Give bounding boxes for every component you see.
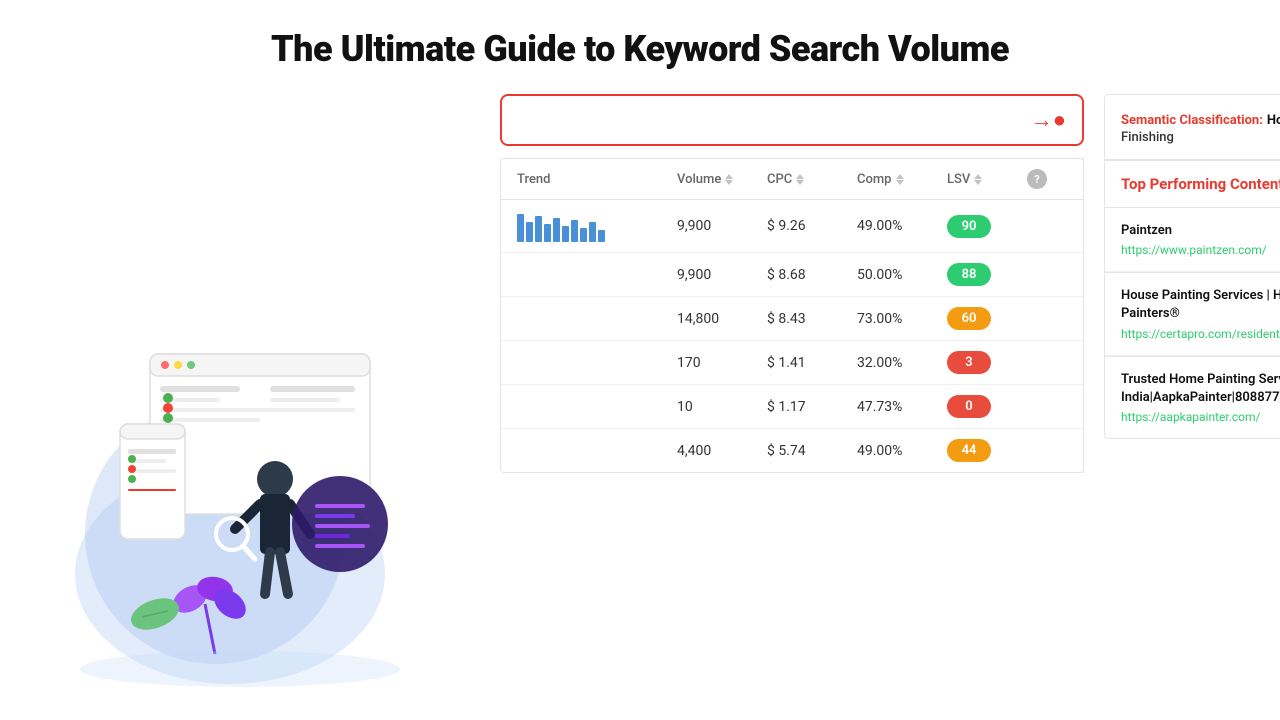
lsv-badge: 44 bbox=[947, 439, 991, 462]
lsv-cell: 90 bbox=[947, 215, 1027, 238]
data-table: Trend Volume CPC bbox=[500, 158, 1084, 473]
lsv-badge: 88 bbox=[947, 263, 991, 286]
cpc-cell: $ 1.41 bbox=[767, 355, 857, 371]
col-cpc[interactable]: CPC bbox=[767, 169, 857, 189]
volume-cell: 4,400 bbox=[677, 443, 767, 459]
sort-lsv-icon[interactable] bbox=[974, 174, 982, 185]
table-row: 10 $ 1.17 47.73% 0 bbox=[501, 385, 1083, 429]
col-lsv[interactable]: LSV bbox=[947, 169, 1027, 189]
top-content-header: Top Performing Content bbox=[1105, 161, 1280, 208]
top-content-title: Top Performing Content bbox=[1121, 175, 1280, 193]
lsv-cell: 60 bbox=[947, 307, 1027, 330]
lsv-cell: 0 bbox=[947, 395, 1027, 418]
volume-cell: 14,800 bbox=[677, 311, 767, 327]
lsv-badge: 90 bbox=[947, 215, 991, 238]
cpc-cell: $ 8.68 bbox=[767, 267, 857, 283]
col-help[interactable]: ? bbox=[1027, 169, 1067, 189]
right-panel: Semantic Classification: Home & G Finish… bbox=[1104, 94, 1280, 439]
lsv-cell: 88 bbox=[947, 263, 1027, 286]
col-volume[interactable]: Volume bbox=[677, 169, 767, 189]
cpc-cell: $ 5.74 bbox=[767, 443, 857, 459]
comp-cell: 47.73% bbox=[857, 399, 947, 415]
lsv-badge: 3 bbox=[947, 351, 991, 374]
content-title: Paintzen bbox=[1121, 222, 1280, 240]
right-panel-section: Semantic Classification: Home & G Finish… bbox=[1104, 94, 1280, 704]
help-icon[interactable]: ? bbox=[1027, 169, 1047, 189]
comp-cell: 73.00% bbox=[857, 311, 947, 327]
content-url[interactable]: https://www.paintzen.com/ bbox=[1121, 243, 1280, 257]
lsv-cell: 44 bbox=[947, 439, 1027, 462]
comp-cell: 32.00% bbox=[857, 355, 947, 371]
table-row: 4,400 $ 5.74 49.00% 44 bbox=[501, 429, 1083, 472]
comp-cell: 49.00% bbox=[857, 443, 947, 459]
content-title: Trusted Home Painting Services in India|… bbox=[1121, 371, 1280, 407]
cpc-cell: $ 9.26 bbox=[767, 218, 857, 234]
semantic-subtitle: Finishing bbox=[1121, 130, 1280, 145]
content-item: Paintzen https://www.paintzen.com/ bbox=[1105, 208, 1280, 272]
lsv-cell: 3 bbox=[947, 351, 1027, 374]
content-title: House Painting Services | House P... Cer… bbox=[1121, 287, 1280, 323]
table-row: 9,900 $ 9.26 49.00% 90 bbox=[501, 200, 1083, 253]
table-header: Trend Volume CPC bbox=[501, 159, 1083, 200]
illustration-section bbox=[100, 94, 480, 704]
comp-cell: 49.00% bbox=[857, 218, 947, 234]
lsv-badge: 60 bbox=[947, 307, 991, 330]
semantic-label: Semantic Classification: bbox=[1121, 113, 1263, 128]
trend-cell bbox=[517, 210, 677, 242]
cpc-cell: $ 1.17 bbox=[767, 399, 857, 415]
volume-cell: 9,900 bbox=[677, 218, 767, 234]
content-url[interactable]: https://certapro.com/residential-pain... bbox=[1121, 327, 1280, 341]
content-url[interactable]: https://aapkapainter.com/ bbox=[1121, 410, 1280, 424]
col-comp[interactable]: Comp bbox=[857, 169, 947, 189]
semantic-classification: Semantic Classification: Home & G Finish… bbox=[1105, 95, 1280, 160]
lsv-badge: 0 bbox=[947, 395, 991, 418]
search-bar[interactable]: →● bbox=[500, 94, 1084, 146]
page-title: The Ultimate Guide to Keyword Search Vol… bbox=[0, 0, 1280, 94]
volume-cell: 10 bbox=[677, 399, 767, 415]
comp-cell: 50.00% bbox=[857, 267, 947, 283]
search-icon: →● bbox=[1031, 107, 1066, 133]
data-table-wrapper: Trend Volume CPC bbox=[500, 158, 1084, 473]
sort-comp-icon[interactable] bbox=[896, 174, 904, 185]
sort-volume-icon[interactable] bbox=[725, 174, 733, 185]
semantic-value: Home & G bbox=[1267, 113, 1280, 128]
col-trend: Trend bbox=[517, 169, 677, 189]
table-row: 9,900 $ 8.68 50.00% 88 bbox=[501, 253, 1083, 297]
table-section: →● Trend Volume bbox=[500, 94, 1084, 704]
cpc-cell: $ 8.43 bbox=[767, 311, 857, 327]
table-row: 14,800 $ 8.43 73.00% 60 bbox=[501, 297, 1083, 341]
table-row: 170 $ 1.41 32.00% 3 bbox=[501, 341, 1083, 385]
content-item: House Painting Services | House P... Cer… bbox=[1105, 273, 1280, 355]
content-item: Trusted Home Painting Services in India|… bbox=[1105, 357, 1280, 438]
sort-cpc-icon[interactable] bbox=[796, 174, 804, 185]
volume-cell: 9,900 bbox=[677, 267, 767, 283]
volume-cell: 170 bbox=[677, 355, 767, 371]
